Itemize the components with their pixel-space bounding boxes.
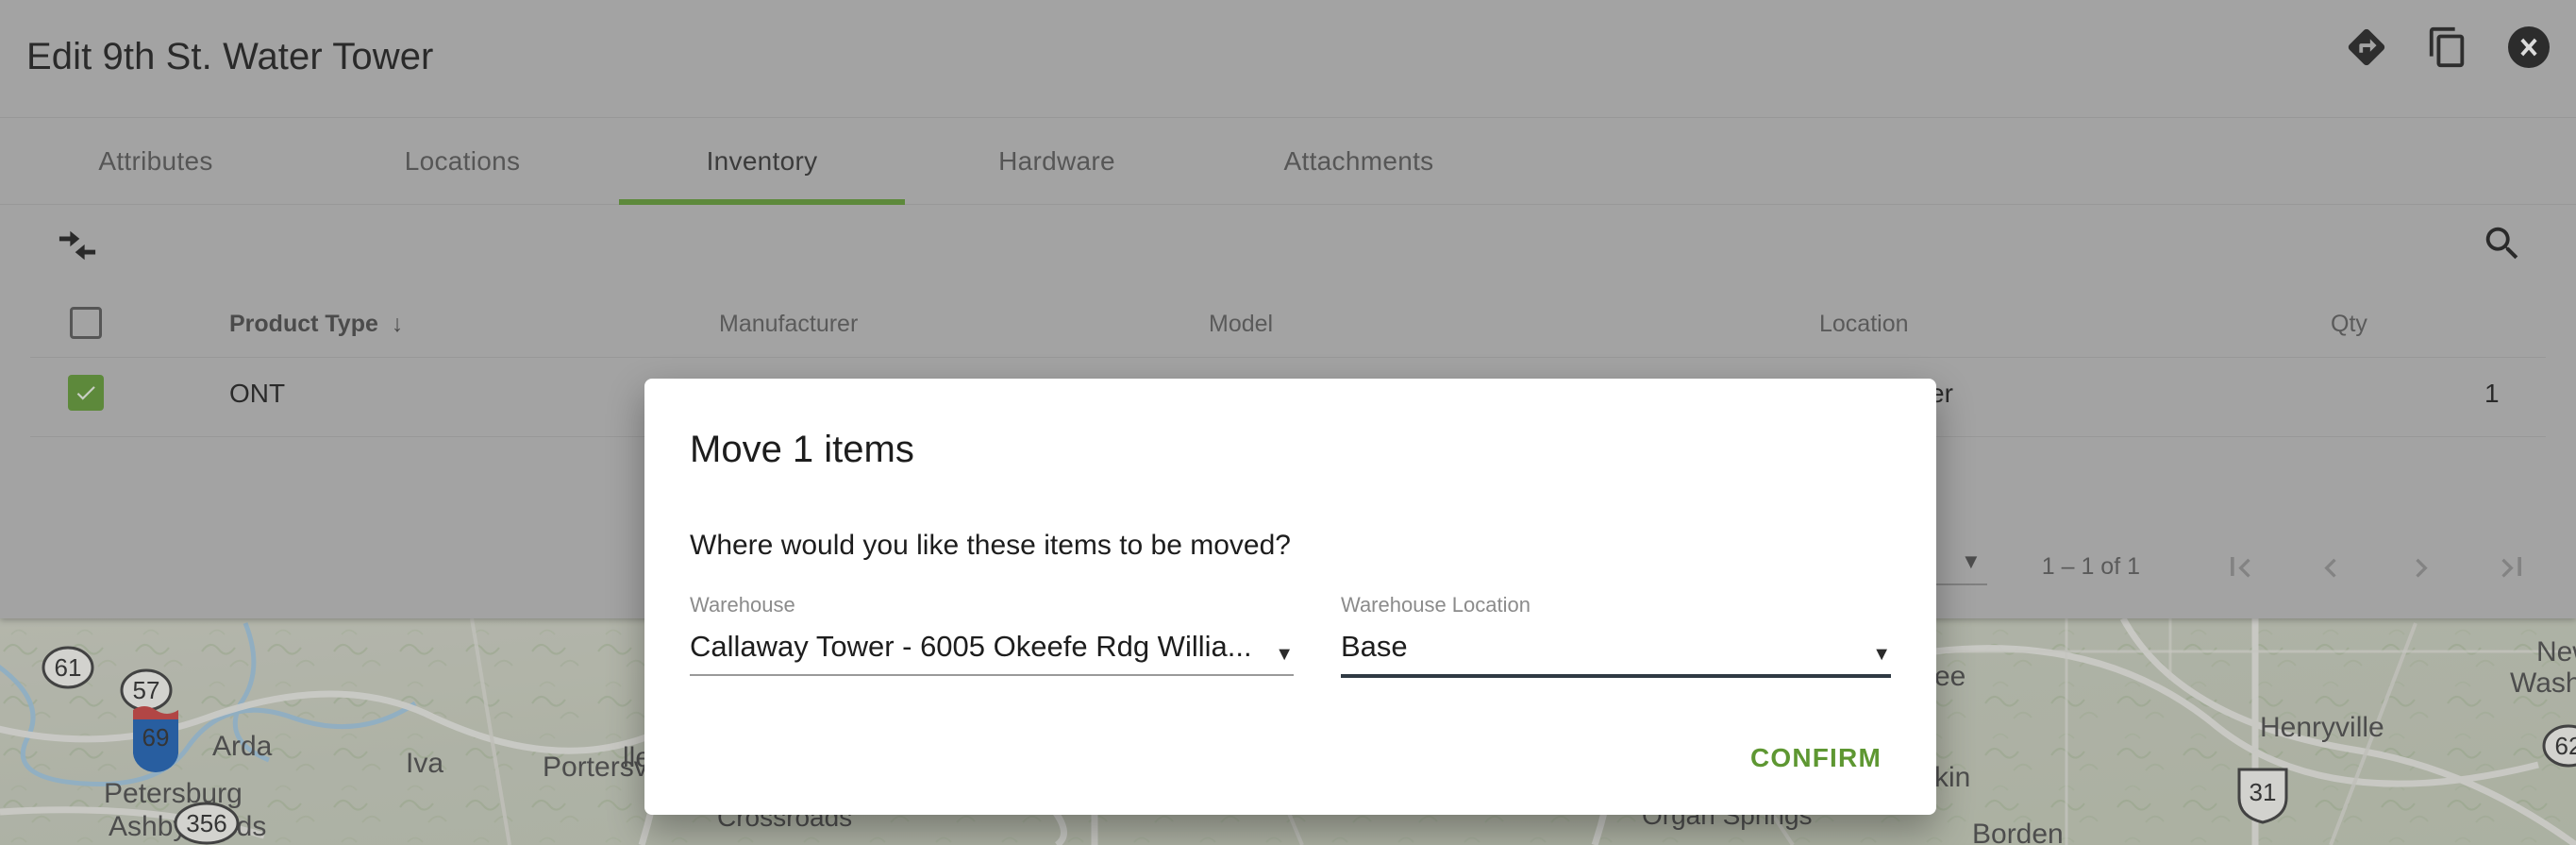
warehouse-field[interactable]: Warehouse Callaway Tower - 6005 Okeefe R…	[690, 593, 1294, 676]
move-items-dialog: Move 1 items Where would you like these …	[644, 379, 1936, 815]
chevron-down-icon: ▼	[1872, 644, 1891, 665]
warehouse-underline	[690, 674, 1294, 676]
warehouse-location-select[interactable]: Base ▼	[1341, 630, 1891, 674]
warehouse-select[interactable]: Callaway Tower - 6005 Okeefe Rdg Willia.…	[690, 630, 1294, 674]
chevron-down-icon: ▼	[1275, 644, 1294, 665]
warehouse-location-underline	[1341, 674, 1891, 678]
warehouse-value: Callaway Tower - 6005 Okeefe Rdg Willia.…	[690, 630, 1252, 663]
warehouse-location-field[interactable]: Warehouse Location Base ▼	[1341, 593, 1891, 678]
dialog-actions: CONFIRM	[1730, 728, 1902, 788]
app-root: Arda Petersburg Ashby Yards Iva Portersv…	[0, 0, 2576, 845]
warehouse-field-label: Warehouse	[690, 593, 795, 617]
warehouse-location-value: Base	[1341, 630, 1408, 663]
dialog-title: Move 1 items	[690, 429, 914, 470]
warehouse-location-field-label: Warehouse Location	[1341, 593, 1531, 617]
confirm-button[interactable]: CONFIRM	[1730, 728, 1902, 788]
dialog-question: Where would you like these items to be m…	[690, 530, 1291, 561]
